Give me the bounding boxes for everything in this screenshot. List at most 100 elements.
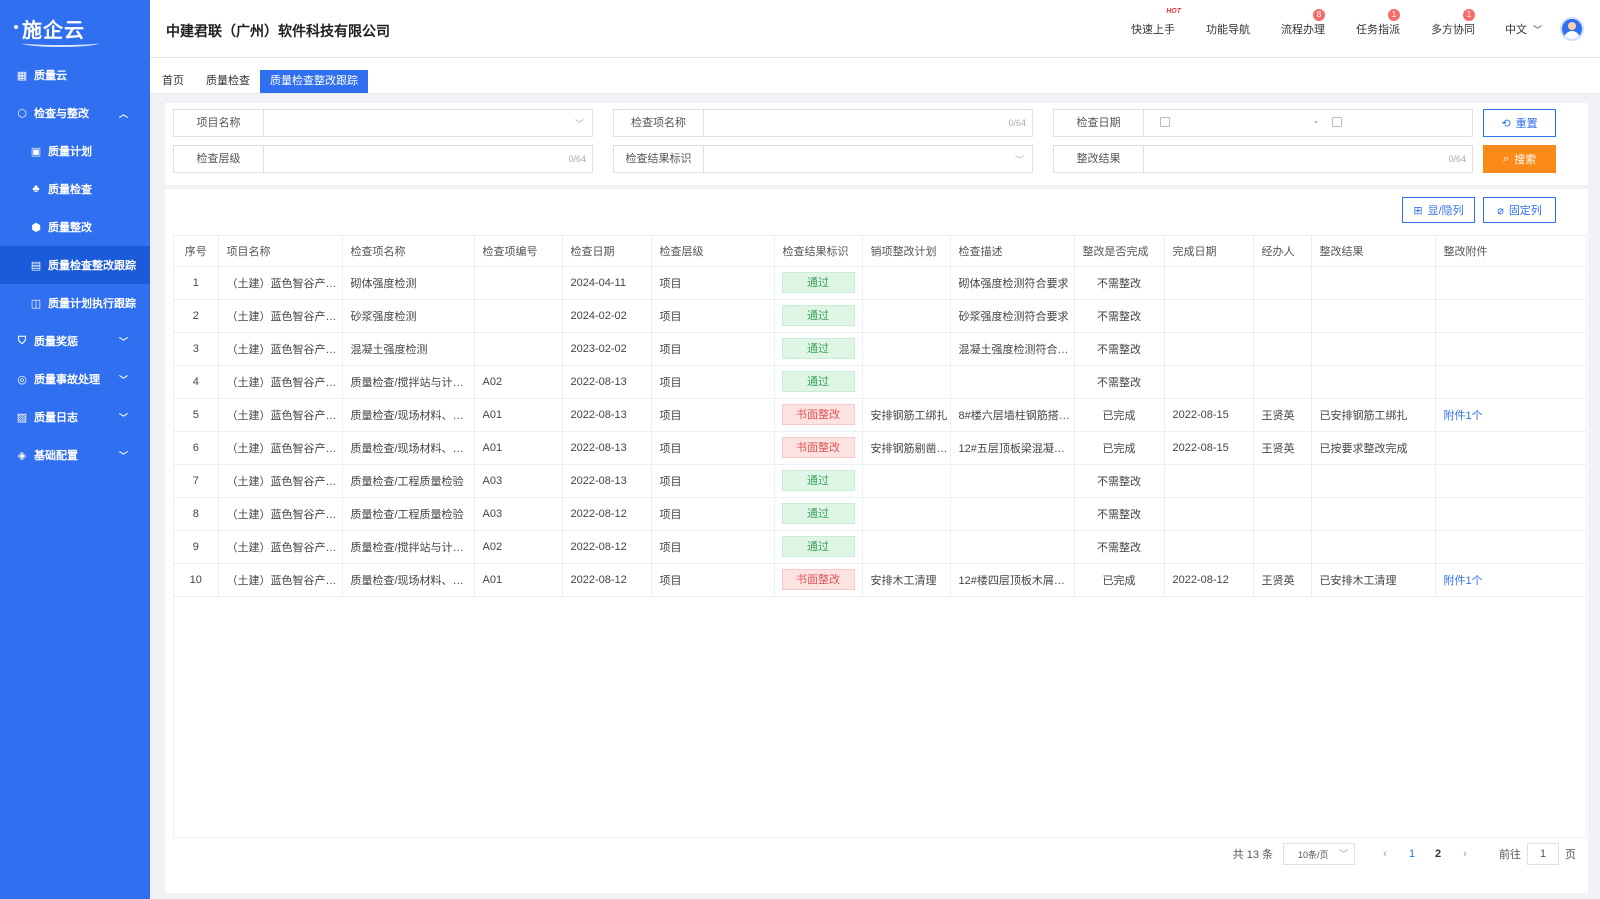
column-header[interactable]: 检查描述 [950, 236, 1075, 267]
table-row[interactable]: 10 （土建）蓝色智谷产… 质量检查/现场材料、设… A01 2022-08-12 项目书… [174, 563, 1586, 597]
attachment-link[interactable]: 附件1个 [1444, 575, 1483, 587]
attachment-link[interactable]: 附件1个 [1444, 410, 1483, 422]
column-header[interactable]: 检查层级 [651, 236, 775, 267]
sidebar-item-0[interactable]: ▦ 质量云 [0, 56, 150, 94]
table-cell: 1 [174, 266, 219, 300]
table-cell: 2022-08-13 [562, 398, 652, 432]
sidebar-item-2[interactable]: ▣ 质量计划 [0, 132, 150, 170]
logo[interactable]: 施企云 [0, 0, 150, 56]
table-row[interactable]: 6 （土建）蓝色智谷产… 质量检查/现场材料、设… A01 2022-08-13 项目 书面… [174, 431, 1586, 465]
fix-result-label: 整改结果 [1054, 146, 1144, 172]
project-name-select[interactable]: ﹀ [264, 110, 592, 136]
sidebar-item-5[interactable]: ▤ 质量检查整改跟踪 [0, 246, 150, 284]
item-name-field[interactable]: 检查项名称 0/64 [613, 109, 1033, 137]
tab-home[interactable]: 首页 [152, 70, 194, 93]
fix-result-input[interactable]: 0/64 [1144, 146, 1472, 172]
status-badge: 书面整改 [781, 437, 855, 458]
tab-quality-check-tracking[interactable]: 质量检查整改跟踪 [260, 70, 368, 93]
sidebar-item-1[interactable]: ⬡ 检查与整改 ︿ [0, 94, 150, 132]
sidebar-item-7[interactable]: ⛉ 质量奖惩 ﹀ [0, 322, 150, 360]
sidebar-item-label: 质量奖惩 [34, 336, 78, 348]
status-badge: 通过 [781, 338, 855, 359]
page-2-button[interactable]: 2 [1425, 848, 1451, 860]
search-button[interactable]: ⌕ 搜索 [1483, 145, 1556, 173]
table-cell: 不需整改 [1074, 497, 1165, 531]
column-header[interactable]: 整改结果 [1311, 236, 1436, 267]
header-nav-item-0[interactable]: 快速上手 HOT [1131, 8, 1181, 37]
table-cell [474, 299, 563, 333]
header-nav-item-4[interactable]: 多方协同 1 [1431, 9, 1475, 37]
sidebar-item-4[interactable]: ⬢ 质量整改 [0, 208, 150, 246]
table-row[interactable]: 9 （土建）蓝色智谷产… 质量检查/搅拌站与计量… A02 2022-08-12 项目 通过… [174, 530, 1586, 564]
table-row[interactable]: 1 （土建）蓝色智谷产… 砌体强度检测 2024-04-11 项目 通过 砌体强度检测符合要… [174, 266, 1586, 300]
project-name-field[interactable]: 项目名称 ﹀ [173, 109, 593, 137]
column-header[interactable]: 整改附件 [1435, 236, 1586, 267]
chevron-down-icon: ﹀ [1532, 24, 1542, 35]
table-cell: 2022-08-12 [562, 497, 652, 531]
language-select[interactable]: 中文 ﹀ [1505, 21, 1542, 37]
toggle-columns-button[interactable]: ⊞ 显/隐列 [1402, 197, 1475, 223]
column-header[interactable]: 检查结果标识 [774, 236, 863, 267]
table-cell [1164, 299, 1254, 333]
column-header[interactable]: 项目名称 [218, 236, 343, 267]
table-cell: 8 [174, 497, 219, 531]
table-cell [1435, 266, 1586, 300]
fix-columns-button[interactable]: ⌀ 固定列 [1483, 197, 1556, 223]
header-nav-item-1[interactable]: 功能导航 [1206, 21, 1250, 37]
level-input[interactable]: 0/64 [264, 146, 592, 172]
tab-quality-check[interactable]: 质量检查 [196, 70, 260, 93]
reset-button[interactable]: ⟲ 重置 [1483, 109, 1556, 137]
sidebar-item-6[interactable]: ◫ 质量计划执行跟踪 [0, 284, 150, 322]
header-nav-item-3[interactable]: 任务指派 1 [1356, 9, 1400, 37]
sidebar-menu: ▦ 质量云 ⬡ 检查与整改 ︿ ▣ 质量计划 ♣ 质量检查 ⬢ 质量整改 ▤ 质量检查整改跟踪 ◫ 质量计划… [0, 56, 150, 474]
chevron-down-icon: ﹀ [1338, 849, 1348, 859]
table-cell: 不需整改 [1074, 530, 1165, 564]
goto-page-input[interactable]: 1 [1527, 843, 1559, 865]
table-cell [474, 266, 563, 300]
column-header[interactable]: 整改是否完成 [1074, 236, 1165, 267]
clipboard-icon: ▣ [30, 145, 42, 158]
page-size-select[interactable]: 10条/页 ﹀ [1283, 843, 1355, 865]
column-header[interactable]: 检查日期 [562, 236, 652, 267]
column-header[interactable]: 销项整改计划 [862, 236, 951, 267]
item-name-input[interactable]: 0/64 [704, 110, 1032, 136]
table-cell: 项目 [651, 332, 775, 366]
result-flag-field[interactable]: 检查结果标识 ﹀ [613, 145, 1033, 173]
level-field[interactable]: 检查层级 0/64 [173, 145, 593, 173]
level-label: 检查层级 [174, 146, 264, 172]
column-header[interactable]: 检查项名称 [342, 236, 475, 267]
header-nav-item-2[interactable]: 流程办理 8 [1281, 9, 1325, 37]
column-header[interactable]: 经办人 [1253, 236, 1312, 267]
box-icon: ⬢ [31, 221, 41, 234]
table-row[interactable]: 5 （土建）蓝色智谷产… 质量检查/现场材料、设… A01 2022-08-13 项目 书面… [174, 398, 1586, 432]
avatar[interactable] [1560, 17, 1584, 41]
sidebar-item-10[interactable]: ◈ 基础配置 ﹀ [0, 436, 150, 474]
table-row[interactable]: 8 （土建）蓝色智谷产… 质量检查/工程质量检验 A03 2022-08-12 项目 通过 不… [174, 497, 1586, 531]
result-flag-select[interactable]: ﹀ [704, 146, 1032, 172]
table-row[interactable]: 4 （土建）蓝色智谷产… 质量检查/搅拌站与计量… A02 2022-08-13 项目 通过… [174, 365, 1586, 399]
prev-page-button[interactable]: ‹ [1375, 848, 1395, 860]
status-badge: 通过 [781, 371, 855, 392]
table-row[interactable]: 3 （土建）蓝色智谷产… 混凝土强度检测 2023-02-02 项目 通过 混凝土强度检测符… [174, 332, 1586, 366]
date-range-picker[interactable]: - [1144, 110, 1472, 136]
sidebar-item-9[interactable]: ▨ 质量日志 ﹀ [0, 398, 150, 436]
sidebar-item-label: 质量检查 [48, 184, 92, 196]
company-name: 中建君联（广州）软件科技有限公司 [166, 23, 390, 39]
table-cell [1311, 530, 1436, 564]
column-header[interactable]: 完成日期 [1164, 236, 1254, 267]
sidebar-item-3[interactable]: ♣ 质量检查 [0, 170, 150, 208]
check-date-field[interactable]: 检查日期 - [1053, 109, 1473, 137]
table-cell [1435, 332, 1586, 366]
column-header[interactable]: 序号 [174, 236, 219, 267]
count-badge: 1 [1387, 9, 1400, 21]
next-page-button[interactable]: › [1455, 848, 1475, 860]
fix-result-field[interactable]: 整改结果 0/64 [1053, 145, 1473, 173]
table-row[interactable]: 2 （土建）蓝色智谷产… 砂浆强度检测 2024-02-02 项目 通过 砂浆强度检测符合要… [174, 299, 1586, 333]
table-panel: ⊞ 显/隐列 ⌀ 固定列 序号 项目名称 检查项名称 检查项编号 检查日期 检查层级 检查结… [165, 189, 1588, 893]
column-header[interactable]: 检查项编号 [474, 236, 563, 267]
page-1-button[interactable]: 1 [1399, 848, 1425, 860]
table-cell [1164, 365, 1254, 399]
table-row[interactable]: 7 （土建）蓝色智谷产… 质量检查/工程质量检验 A03 2022-08-13 项目 通过 不… [174, 464, 1586, 498]
sidebar-item-8[interactable]: ◎ 质量事故处理 ﹀ [0, 360, 150, 398]
table-cell: 安排木工清理 [862, 563, 951, 597]
